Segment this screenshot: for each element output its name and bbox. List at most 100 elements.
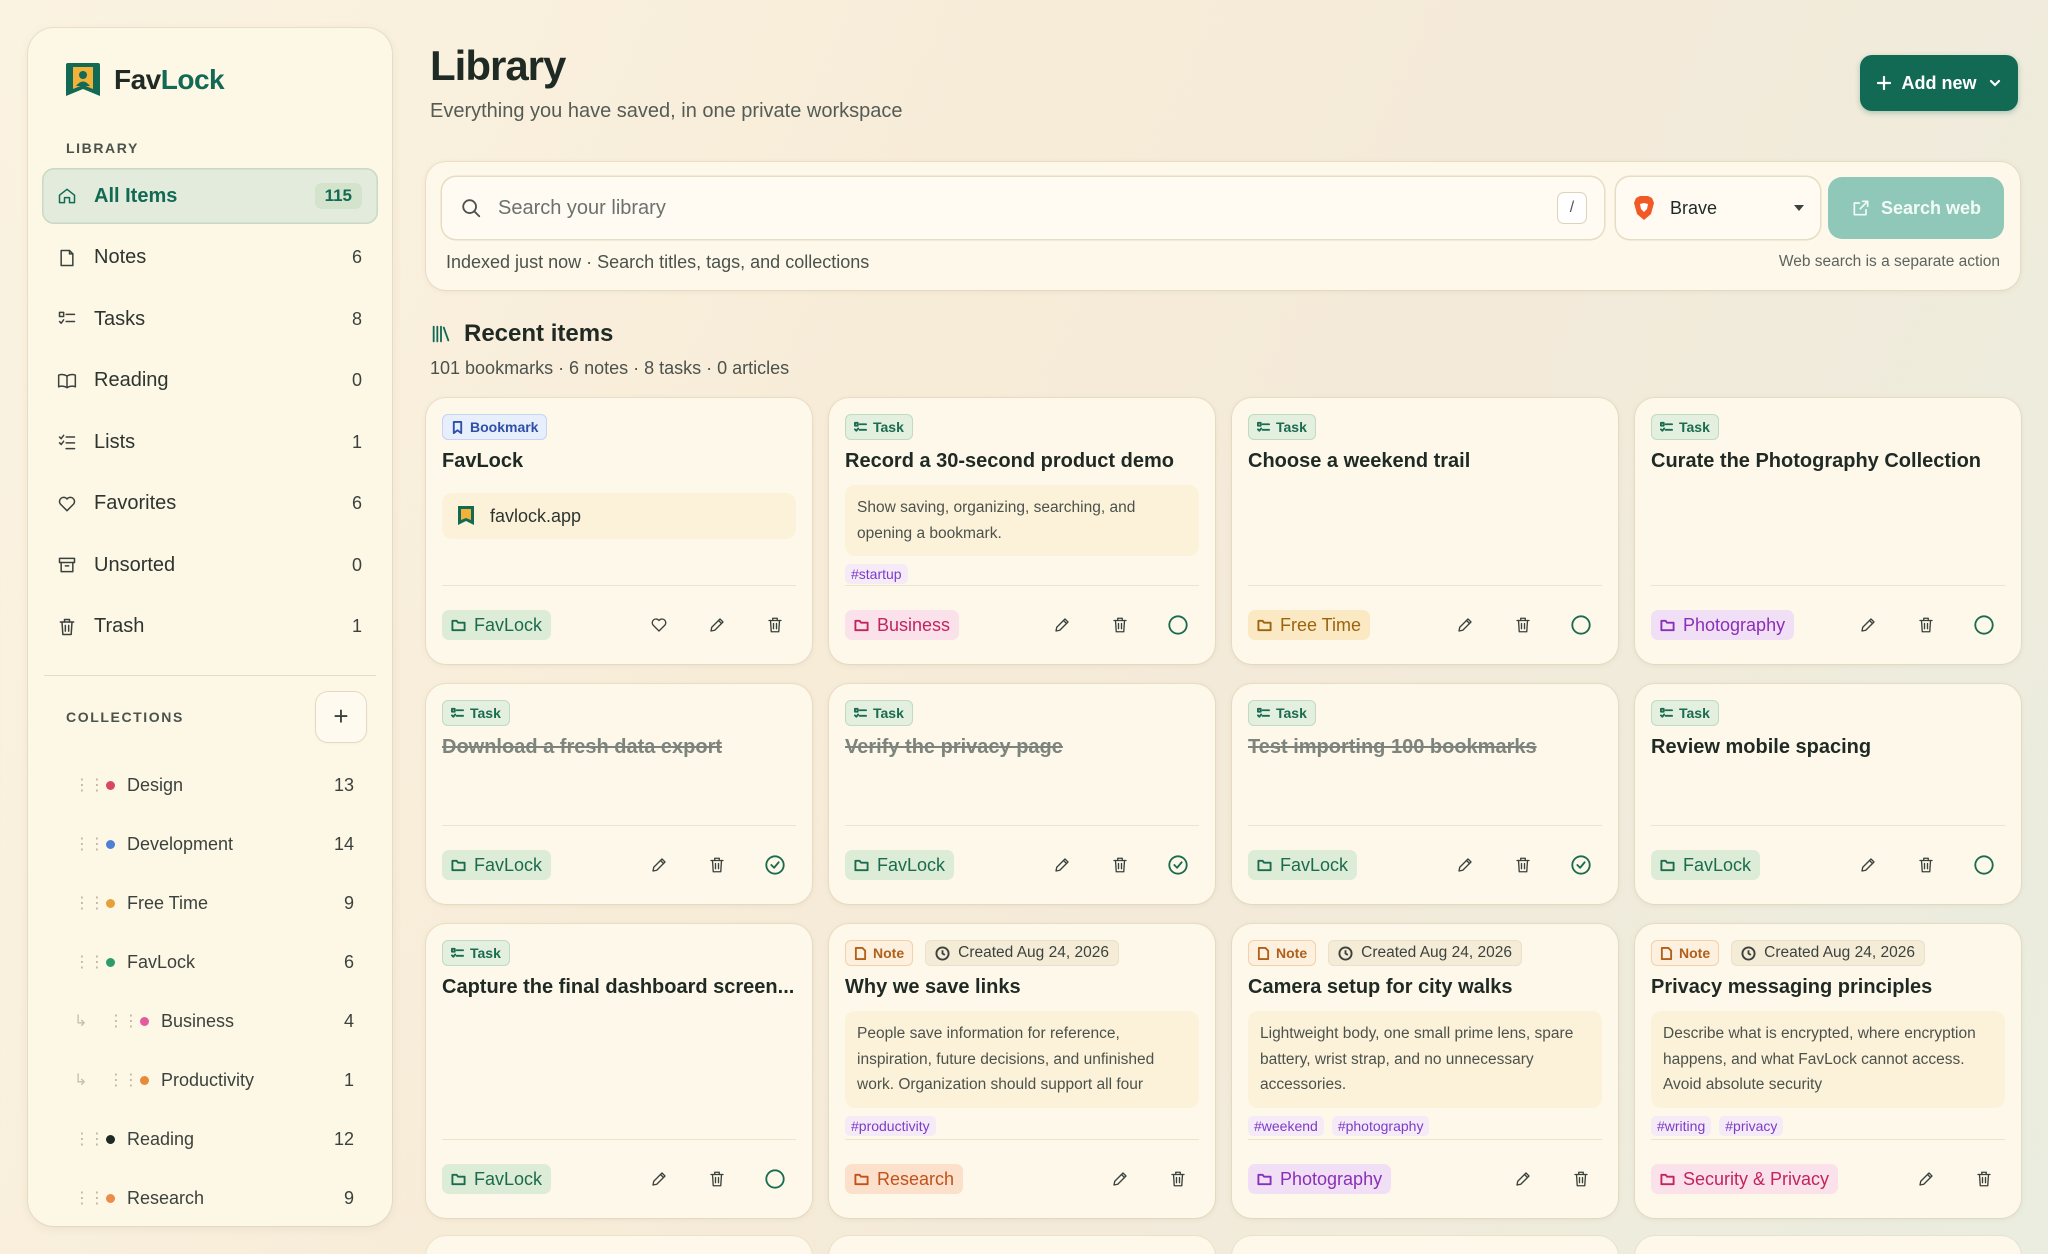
item-card[interactable]: Task Capture the final dashboard screen.…: [426, 924, 812, 1218]
collection-chip[interactable]: Security & Privacy: [1651, 1164, 1839, 1194]
bookmark-url[interactable]: favlock.app: [442, 493, 796, 539]
drag-handle-icon[interactable]: ⋮⋮: [74, 952, 105, 972]
item-card[interactable]: Task Verify the privacy page FavLock: [829, 684, 1215, 904]
edit-button[interactable]: [1857, 854, 1879, 876]
collection-chip[interactable]: FavLock: [1651, 850, 1761, 880]
card-title[interactable]: Capture the final dashboard screen...: [442, 976, 796, 999]
collection-chip[interactable]: FavLock: [442, 610, 552, 640]
item-card[interactable]: Task Test importing 100 bookmarks FavLoc…: [1232, 684, 1618, 904]
collection-item-free-time[interactable]: ⋮⋮ Free Time 9: [42, 874, 378, 933]
collection-chip[interactable]: Free Time: [1248, 610, 1371, 640]
complete-task-toggle[interactable]: [1973, 854, 1995, 876]
item-card[interactable]: Task Choose a weekend trail Free Time: [1232, 398, 1618, 664]
collection-chip[interactable]: FavLock: [845, 850, 955, 880]
edit-button[interactable]: [648, 854, 670, 876]
collection-chip[interactable]: FavLock: [442, 1164, 552, 1194]
delete-button[interactable]: [1167, 1168, 1189, 1190]
collection-chip[interactable]: Research: [845, 1164, 964, 1194]
collection-item-favlock[interactable]: ⋮⋮ FavLock 6: [42, 933, 378, 992]
item-card[interactable]: Bookmark FavLock favlock.app FavLock: [426, 398, 812, 664]
collection-chip[interactable]: Photography: [1651, 610, 1795, 640]
tag[interactable]: #writing: [1651, 1115, 1712, 1136]
card-title[interactable]: Verify the privacy page: [845, 736, 1199, 759]
drag-handle-icon[interactable]: ⋮⋮: [74, 893, 105, 913]
edit-button[interactable]: [1051, 614, 1073, 636]
edit-button[interactable]: [1109, 1168, 1131, 1190]
complete-task-toggle[interactable]: [1570, 854, 1592, 876]
sidebar-item-notes[interactable]: Notes 6: [42, 230, 378, 286]
collection-chip[interactable]: FavLock: [442, 850, 552, 880]
drag-handle-icon[interactable]: ⋮⋮: [74, 1188, 105, 1208]
edit-button[interactable]: [648, 1168, 670, 1190]
drag-handle-icon[interactable]: ⋮⋮: [108, 1070, 139, 1090]
card-title[interactable]: Choose a weekend trail: [1248, 450, 1602, 473]
sidebar-item-favorites[interactable]: Favorites 6: [42, 476, 378, 532]
delete-button[interactable]: [1109, 854, 1131, 876]
delete-button[interactable]: [1915, 854, 1937, 876]
edit-button[interactable]: [1512, 1168, 1534, 1190]
item-card[interactable]: Task Record a 30-second product demo Sho…: [829, 398, 1215, 664]
tag[interactable]: #weekend: [1248, 1115, 1324, 1136]
delete-button[interactable]: [706, 854, 728, 876]
item-card-partial[interactable]: [1232, 1236, 1618, 1254]
delete-button[interactable]: [706, 1168, 728, 1190]
complete-task-toggle[interactable]: [764, 854, 786, 876]
edit-button[interactable]: [1051, 854, 1073, 876]
complete-task-toggle[interactable]: [1167, 614, 1189, 636]
collection-chip[interactable]: FavLock: [1248, 850, 1358, 880]
card-title[interactable]: FavLock: [442, 450, 796, 473]
edit-button[interactable]: [706, 614, 728, 636]
edit-button[interactable]: [1857, 614, 1879, 636]
item-card-partial[interactable]: [426, 1236, 812, 1254]
item-card[interactable]: Task Curate the Photography Collection P…: [1635, 398, 2021, 664]
collection-item-reading[interactable]: ⋮⋮ Reading 12: [42, 1110, 378, 1169]
sidebar-item-reading[interactable]: Reading 0: [42, 353, 378, 409]
delete-button[interactable]: [1570, 1168, 1592, 1190]
delete-button[interactable]: [1973, 1168, 1995, 1190]
delete-button[interactable]: [764, 614, 786, 636]
collection-item-productivity[interactable]: ↳ ⋮⋮ Productivity 1: [42, 1051, 378, 1110]
delete-button[interactable]: [1915, 614, 1937, 636]
complete-task-toggle[interactable]: [1167, 854, 1189, 876]
item-card[interactable]: Task Download a fresh data export FavLoc…: [426, 684, 812, 904]
card-title[interactable]: Camera setup for city walks: [1248, 976, 1602, 999]
card-title[interactable]: Test importing 100 bookmarks: [1248, 736, 1602, 759]
delete-button[interactable]: [1109, 614, 1131, 636]
item-card-partial[interactable]: [829, 1236, 1215, 1254]
sidebar-item-tasks[interactable]: Tasks 8: [42, 291, 378, 347]
drag-handle-icon[interactable]: ⋮⋮: [74, 834, 105, 854]
edit-button[interactable]: [1915, 1168, 1937, 1190]
delete-button[interactable]: [1512, 854, 1534, 876]
tag[interactable]: #privacy: [1719, 1115, 1784, 1136]
tag[interactable]: #startup: [845, 564, 908, 584]
item-card[interactable]: Note Created Aug 24, 2026 Privacy messag…: [1635, 924, 2021, 1218]
collection-item-design[interactable]: ⋮⋮ Design 13: [42, 756, 378, 815]
sidebar-item-all-items[interactable]: All Items 115: [42, 168, 378, 224]
sidebar-item-unsorted[interactable]: Unsorted 0: [42, 537, 378, 593]
item-card-partial[interactable]: [1635, 1236, 2021, 1254]
tag[interactable]: #photography: [1331, 1115, 1430, 1136]
sidebar-item-lists[interactable]: Lists 1: [42, 414, 378, 470]
search-input[interactable]: [498, 196, 1558, 220]
collection-item-development[interactable]: ⋮⋮ Development 14: [42, 815, 378, 874]
edit-button[interactable]: [1454, 854, 1476, 876]
drag-handle-icon[interactable]: ⋮⋮: [108, 1011, 139, 1031]
card-title[interactable]: Why we save links: [845, 976, 1199, 999]
delete-button[interactable]: [1512, 614, 1534, 636]
drag-handle-icon[interactable]: ⋮⋮: [74, 1129, 105, 1149]
card-title[interactable]: Curate the Photography Collection: [1651, 450, 2005, 473]
complete-task-toggle[interactable]: [1973, 614, 1995, 636]
item-card[interactable]: Task Review mobile spacing FavLock: [1635, 684, 2021, 904]
collection-item-business[interactable]: ↳ ⋮⋮ Business 4: [42, 992, 378, 1051]
card-title[interactable]: Privacy messaging principles: [1651, 976, 2005, 999]
add-collection-button[interactable]: +: [316, 691, 366, 742]
item-card[interactable]: Note Created Aug 24, 2026 Camera setup f…: [1232, 924, 1618, 1218]
add-new-button[interactable]: Add new: [1860, 55, 2018, 111]
collection-item-research[interactable]: ⋮⋮ Research 9: [42, 1169, 378, 1228]
search-web-button[interactable]: Search web: [1828, 177, 2004, 239]
brand[interactable]: FavLock: [42, 56, 378, 104]
edit-button[interactable]: [1454, 614, 1476, 636]
card-title[interactable]: Record a 30-second product demo: [845, 450, 1199, 473]
search-engine-select[interactable]: Brave: [1616, 177, 1820, 239]
card-title[interactable]: Review mobile spacing: [1651, 736, 2005, 759]
